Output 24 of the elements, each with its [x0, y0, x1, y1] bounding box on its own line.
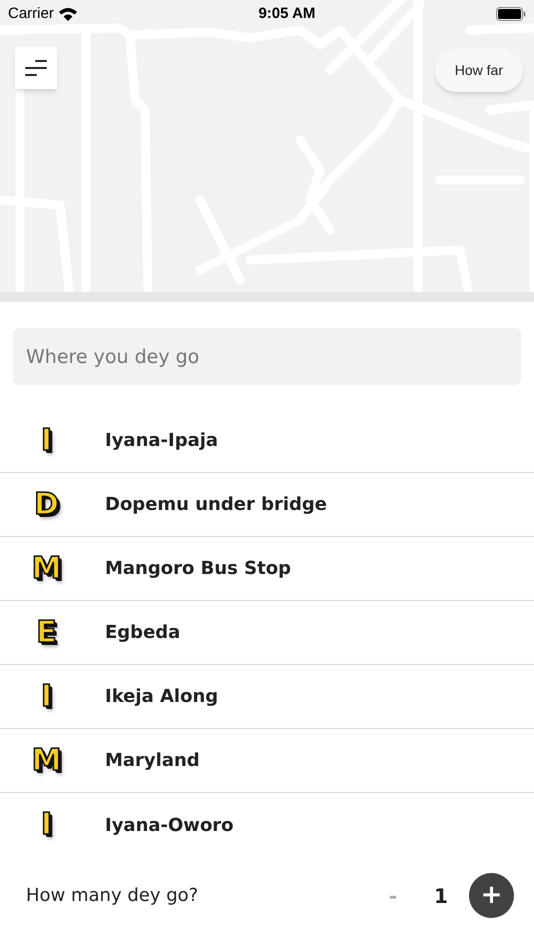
- place-name[interactable]: Maryland: [105, 747, 200, 774]
- place-name[interactable]: Iyana-Ipaja: [105, 427, 218, 454]
- letter-icon: D: [34, 490, 59, 520]
- letter-icon: M: [32, 554, 62, 584]
- passenger-label: How many dey go?: [26, 884, 200, 908]
- search-field[interactable]: Where you dey go: [13, 328, 521, 385]
- status-time: 9:05 AM: [258, 4, 316, 24]
- letter-icon: E: [36, 618, 57, 648]
- place-name[interactable]: Iyana-Oworo: [105, 812, 234, 838]
- letter-icon: I: [40, 682, 52, 712]
- menu-button[interactable]: [15, 47, 57, 89]
- place-name[interactable]: Egbeda: [105, 619, 180, 646]
- place-name[interactable]: Dopemu under bridge: [105, 491, 328, 518]
- letter-icon: I: [40, 426, 52, 456]
- increment-button[interactable]: +: [469, 873, 514, 918]
- carrier-name: Carrier: [8, 4, 54, 24]
- wifi-icon: [58, 7, 78, 21]
- place-name[interactable]: Mangoro Bus Stop: [105, 555, 291, 582]
- letter-icon: M: [32, 746, 62, 776]
- place-name[interactable]: Ikeja Along: [105, 683, 218, 710]
- letter-icon: I: [40, 810, 52, 840]
- battery-icon: [496, 7, 526, 21]
- passenger-count: 1: [433, 882, 449, 910]
- menu-icon: [24, 58, 48, 78]
